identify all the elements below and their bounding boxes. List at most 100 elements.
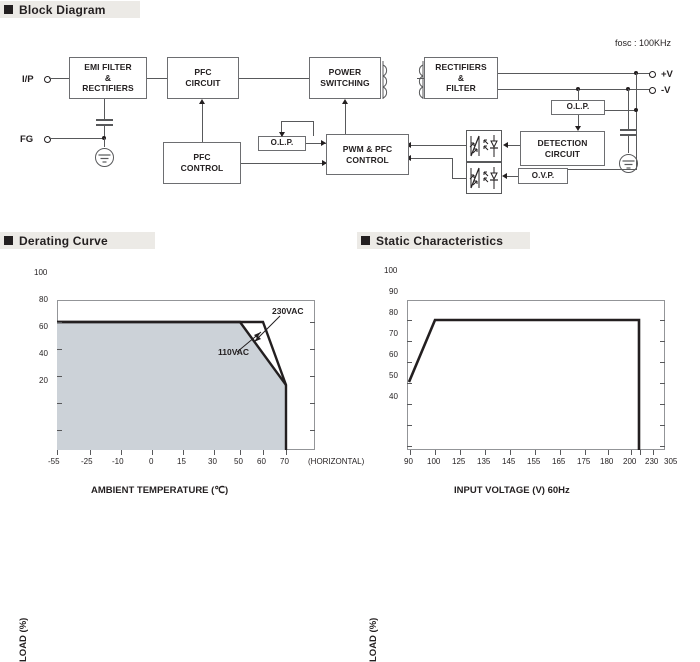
rectifiers-filter-block: RECTIFIERS & FILTER	[424, 57, 498, 99]
static-xtick-230: 230	[645, 457, 659, 466]
derating-leader-110vac	[236, 331, 262, 353]
olp-primary-label: O.L.P.	[270, 138, 294, 148]
bullet-square-icon	[361, 236, 370, 245]
wire-to-olp-secondary	[578, 89, 579, 100]
static-xtick-135: 135	[477, 457, 491, 466]
static-xtick-175: 175	[577, 457, 591, 466]
static-characteristics-chart: LOAD (%) 100 90 80 70 60 50 40 90 100 12…	[350, 250, 700, 662]
static-xtick-100: 100	[427, 457, 441, 466]
static-ytick-80: 80	[389, 308, 398, 317]
static-ytick-right-100	[660, 320, 665, 321]
static-xtick-155: 155	[527, 457, 541, 466]
static-xtick-mark-165	[560, 450, 561, 455]
static-xtick-mark-305	[640, 450, 641, 455]
derating-xtick-mark-15	[183, 450, 184, 455]
static-xtick-165: 165	[552, 457, 566, 466]
derating-ytick-mark-40	[57, 403, 62, 404]
wire-pfc-to-power-switching	[239, 78, 309, 79]
wire-emi-to-pfc	[147, 78, 167, 79]
derating-xtick-m25: -25	[81, 457, 93, 466]
static-xtick-mark-90	[410, 450, 411, 455]
wire-feedback-to-ovp	[560, 169, 637, 170]
arrow-right-pwm-from-olp	[321, 140, 326, 146]
derating-x-axis-title: AMBIENT TEMPERATURE (℃)	[91, 485, 229, 496]
static-curve	[407, 318, 641, 450]
static-y-axis-title: LOAD (%)	[368, 617, 379, 662]
static-xtick-mark-200	[631, 450, 632, 455]
ovp-block: O.V.P.	[518, 168, 568, 184]
derating-xtick-60: 60	[257, 457, 266, 466]
junction-dot-detection-feed	[634, 108, 638, 112]
static-ytick-mark-80	[407, 362, 412, 363]
derating-ytick-mark-20	[57, 430, 62, 431]
static-xtick-mark-145	[510, 450, 511, 455]
static-ytick-100: 100	[384, 266, 398, 275]
output-ycap-plate-top	[620, 129, 637, 131]
derating-curve-chart: LOAD (%) 230VAC 110VAC 100 80 60 40 20 -…	[0, 250, 364, 662]
static-ytick-mark-70	[407, 383, 412, 384]
wire-output-ycap-down	[628, 89, 629, 129]
static-xtick-mark-100	[435, 450, 436, 455]
static-ytick-mark-50	[407, 425, 412, 426]
wire-photocoupler-bottom-h	[452, 178, 466, 179]
photocoupler-icon-bottom	[466, 162, 502, 194]
static-xtick-mark-175	[585, 450, 586, 455]
transformer-icon	[382, 61, 424, 99]
wire-emi-down	[104, 99, 105, 119]
static-ytick-mark-90	[407, 341, 412, 342]
arrow-down-olp-primary	[279, 132, 285, 137]
wire-pfc-control-up	[202, 104, 203, 142]
block-diagram-canvas: I/P FG EMI FILTER & RECTIFIERS PFC CIRCUIT	[0, 0, 700, 225]
static-xtick-mark-180	[608, 450, 609, 455]
static-x-axis-title: INPUT VOLTAGE (V) 60Hz	[454, 485, 570, 496]
derating-xtick-50: 50	[234, 457, 243, 466]
pwm-pfc-control-block: PWM & PFC CONTROL	[326, 134, 409, 175]
static-ytick-right-40	[660, 446, 665, 447]
wire-feedback-bus	[636, 73, 637, 169]
derating-xtick-m55: -55	[48, 457, 60, 466]
olp-secondary-block: O.L.P.	[551, 100, 605, 115]
wire-pwm-to-power-switching	[345, 104, 346, 134]
derating-xtick-mark-m25	[90, 450, 91, 455]
derating-ytick-right-40	[310, 403, 315, 404]
static-xtick-mark-230	[653, 450, 654, 455]
arrow-left-photocoupler-bottom	[502, 173, 507, 179]
wire-negative-to-terminal	[630, 89, 650, 90]
pfc-control-label: PFC CONTROL	[180, 152, 224, 173]
static-series-load	[407, 318, 641, 450]
photocoupler-icon-top	[466, 130, 502, 162]
static-xtick-mark-125	[460, 450, 461, 455]
derating-ytick-right-100	[310, 322, 315, 323]
static-ytick-mark-100	[407, 320, 412, 321]
derating-xtick-mark-30	[214, 450, 215, 455]
wire-positive-rail	[498, 73, 638, 74]
pfc-control-block: PFC CONTROL	[163, 142, 241, 184]
emi-filter-rectifiers-label: EMI FILTER & RECTIFIERS	[82, 61, 134, 94]
detection-circuit-block: DETECTION CIRCUIT	[520, 131, 605, 166]
y-cap-plate-top	[96, 119, 113, 121]
rectifiers-filter-label: RECTIFIERS & FILTER	[435, 61, 487, 94]
section-title-derating-curve: Derating Curve	[19, 233, 108, 248]
derating-xtick-15: 15	[177, 457, 186, 466]
wire-photocoupler-bottom-riser	[452, 158, 453, 179]
static-ytick-70: 70	[389, 329, 398, 338]
derating-xtick-m10: -10	[112, 457, 124, 466]
wire-pfc-control-to-pwm	[241, 163, 326, 164]
derating-xtick-70: 70	[280, 457, 289, 466]
derating-ytick-right-20	[310, 430, 315, 431]
static-ytick-mark-60	[407, 404, 412, 405]
wire-ovp-to-photocoupler	[506, 176, 518, 177]
static-ytick-right-50	[660, 425, 665, 426]
static-xtick-mark-135	[485, 450, 486, 455]
wire-negative-rail	[498, 89, 628, 90]
static-ytick-right-90	[660, 341, 665, 342]
ovp-label: O.V.P.	[531, 170, 555, 180]
wire-olp-primary-sense-v	[313, 121, 314, 136]
earth-ground-icon-output	[619, 154, 638, 173]
fg-terminal-label: FG	[20, 134, 34, 145]
derating-ytick-right-80	[310, 349, 315, 350]
arrow-left-photocoupler-top	[503, 142, 508, 148]
static-xtick-180: 180	[600, 457, 614, 466]
derating-ytick-80: 80	[39, 295, 48, 304]
section-header-static-characteristics: Static Characteristics	[357, 232, 530, 249]
